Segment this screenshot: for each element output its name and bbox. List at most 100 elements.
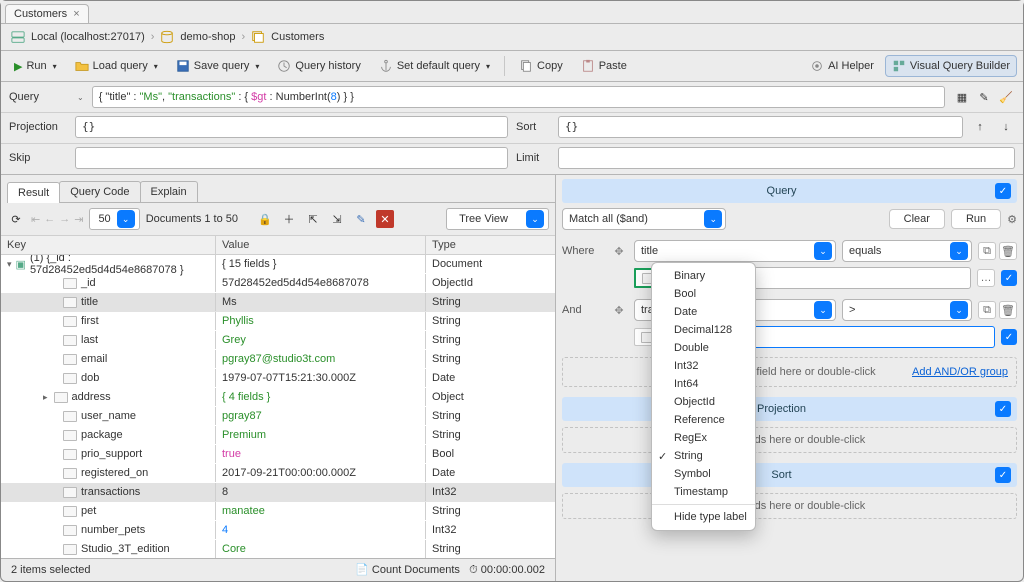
result-grid[interactable]: Key Value Type ▾ ▣ (1) {_id : 57d28452ed… — [1, 235, 555, 558]
ai-helper-button[interactable]: AI Helper — [803, 55, 881, 77]
breadcrumb-db[interactable]: demo-shop — [180, 31, 235, 43]
tab-query-code[interactable]: Query Code — [59, 181, 140, 202]
table-row[interactable]: petmanateeString — [1, 502, 555, 521]
type-option-binary[interactable]: Binary — [652, 267, 755, 285]
add-and-or-group-link[interactable]: Add AND/OR group — [912, 366, 1008, 378]
edit-icon[interactable]: ✎ — [352, 210, 370, 228]
table-row[interactable]: user_namepgray87String — [1, 407, 555, 426]
nav-next-icon[interactable]: → — [59, 213, 70, 226]
type-option-objectid[interactable]: ObjectId — [652, 393, 755, 411]
table-row[interactable]: titleMsString — [1, 293, 555, 312]
type-option-int64[interactable]: Int64 — [652, 375, 755, 393]
load-query-button[interactable]: Load query▾ — [68, 55, 165, 77]
table-row[interactable]: Studio_3T_editionCoreString — [1, 540, 555, 558]
chevron-right-icon: › — [151, 31, 155, 43]
drag-handle-icon[interactable]: ✥ — [610, 243, 628, 259]
table-row[interactable]: transactions8Int32 — [1, 483, 555, 502]
view-mode-select[interactable]: Tree View⌄ — [446, 208, 549, 230]
table-row[interactable]: ▸ address{ 4 fields }Object — [1, 388, 555, 407]
section-enabled-checkbox[interactable]: ✓ — [995, 401, 1011, 417]
nav-last-icon[interactable]: ⇥ — [74, 213, 83, 226]
type-option-symbol[interactable]: Symbol — [652, 465, 755, 483]
query-input[interactable]: { "title" : "Ms", "transactions" : { $gt… — [92, 86, 945, 108]
table-row[interactable]: ▾ ▣ (1) {_id : 57d28452ed5d4d54e8687078 … — [1, 255, 555, 274]
table-row[interactable]: _id57d28452ed5d4d54e8687078ObjectId — [1, 274, 555, 293]
clause-operator-select[interactable]: >⌄ — [842, 299, 972, 321]
clause-enabled-checkbox[interactable]: ✓ — [1001, 329, 1017, 345]
nav-first-icon[interactable]: ⇤ — [31, 213, 40, 226]
drag-handle-icon[interactable]: ✥ — [610, 302, 628, 318]
type-option-reference[interactable]: Reference — [652, 411, 755, 429]
sort-input[interactable]: {} — [558, 116, 963, 138]
section-enabled-checkbox[interactable]: ✓ — [995, 467, 1011, 483]
hide-type-label[interactable]: Hide type label — [652, 508, 755, 526]
breadcrumb-collection[interactable]: Customers — [271, 31, 324, 43]
table-row[interactable]: lastGreyString — [1, 331, 555, 350]
clause-field-select[interactable]: title⌄ — [634, 240, 836, 262]
run-button[interactable]: Run — [951, 209, 1001, 229]
remove-clause-icon[interactable]: 🗑 — [999, 301, 1017, 319]
duplicate-clause-icon[interactable]: ⧉ — [978, 242, 996, 260]
refresh-icon[interactable]: ⟳ — [7, 210, 25, 228]
collection-icon — [251, 30, 265, 44]
gear-icon[interactable]: ⚙ — [1007, 213, 1017, 226]
more-icon[interactable]: … — [977, 269, 995, 287]
type-option-int32[interactable]: Int32 — [652, 357, 755, 375]
table-row[interactable]: dob1979-07-07T15:21:30.000ZDate — [1, 369, 555, 388]
table-row[interactable]: emailpgray87@studio3t.comString — [1, 350, 555, 369]
breadcrumb-host[interactable]: Local (localhost:27017) — [31, 31, 145, 43]
table-row[interactable]: firstPhyllisString — [1, 312, 555, 331]
set-default-query-button[interactable]: Set default query▾ — [372, 55, 497, 77]
type-option-string[interactable]: String — [652, 447, 755, 465]
edit-query-icon[interactable]: ✎ — [975, 88, 993, 106]
limit-input[interactable] — [558, 147, 1015, 169]
sort-asc-icon[interactable]: ↑ — [971, 118, 989, 136]
clause-enabled-checkbox[interactable]: ✓ — [1001, 270, 1017, 286]
close-icon[interactable]: × — [73, 8, 79, 20]
nav-prev-icon[interactable]: ← — [44, 213, 55, 226]
type-option-bool[interactable]: Bool — [652, 285, 755, 303]
type-option-timestamp[interactable]: Timestamp — [652, 483, 755, 501]
add-clause-dropzone[interactable]: ＋Drop a field here or double-click Add A… — [562, 357, 1017, 387]
toggle-layout-icon[interactable]: ▦ — [953, 88, 971, 106]
duplicate-clause-icon[interactable]: ⧉ — [978, 301, 996, 319]
table-row[interactable]: registered_on2017-09-21T00:00:00.000ZDat… — [1, 464, 555, 483]
delete-icon[interactable]: ✕ — [376, 210, 394, 228]
clear-query-icon[interactable]: 🧹 — [997, 88, 1015, 106]
export-icon[interactable]: ⇱ — [304, 210, 322, 228]
remove-clause-icon[interactable]: 🗑 — [999, 242, 1017, 260]
lock-icon[interactable]: 🔒 — [256, 210, 274, 228]
visual-query-builder-button[interactable]: Visual Query Builder — [885, 55, 1017, 77]
table-row[interactable]: packagePremiumString — [1, 426, 555, 445]
table-row[interactable]: number_pets4Int32 — [1, 521, 555, 540]
type-option-double[interactable]: Double — [652, 339, 755, 357]
copy-button[interactable]: Copy — [512, 55, 570, 77]
table-row[interactable]: prio_supporttrueBool — [1, 445, 555, 464]
add-doc-icon[interactable]: ＋ — [280, 210, 298, 228]
skip-input[interactable] — [75, 147, 508, 169]
run-button[interactable]: ▶Run▾ — [7, 56, 64, 77]
type-option-decimal128[interactable]: Decimal128 — [652, 321, 755, 339]
chevron-down-icon[interactable]: ⌄ — [77, 93, 84, 102]
clear-button[interactable]: Clear — [889, 209, 945, 229]
tab-result[interactable]: Result — [7, 182, 60, 203]
section-enabled-checkbox[interactable]: ✓ — [995, 183, 1011, 199]
chevron-right-icon: › — [241, 31, 245, 43]
sort-dropzone[interactable]: Drop fields here or double-click — [562, 493, 1017, 519]
clause-operator-select[interactable]: equals⌄ — [842, 240, 972, 262]
count-documents-button[interactable]: 📄 Count Documents — [355, 564, 460, 576]
query-history-button[interactable]: Query history — [270, 55, 367, 77]
sort-desc-icon[interactable]: ↓ — [997, 118, 1015, 136]
match-mode-select[interactable]: Match all ($and)⌄ — [562, 208, 726, 230]
save-query-button[interactable]: Save query▾ — [169, 55, 267, 77]
page-size-select[interactable]: 50⌄ — [89, 208, 139, 230]
type-option-regex[interactable]: RegEx — [652, 429, 755, 447]
tab-explain[interactable]: Explain — [140, 181, 198, 202]
type-option-date[interactable]: Date — [652, 303, 755, 321]
paste-button[interactable]: Paste — [574, 55, 634, 77]
import-icon[interactable]: ⇲ — [328, 210, 346, 228]
tab-customers[interactable]: Customers × — [5, 4, 89, 23]
type-dropdown[interactable]: BinaryBoolDateDecimal128DoubleInt32Int64… — [651, 262, 756, 531]
projection-dropzone[interactable]: Drop fields here or double-click — [562, 427, 1017, 453]
projection-input[interactable]: {} — [75, 116, 508, 138]
